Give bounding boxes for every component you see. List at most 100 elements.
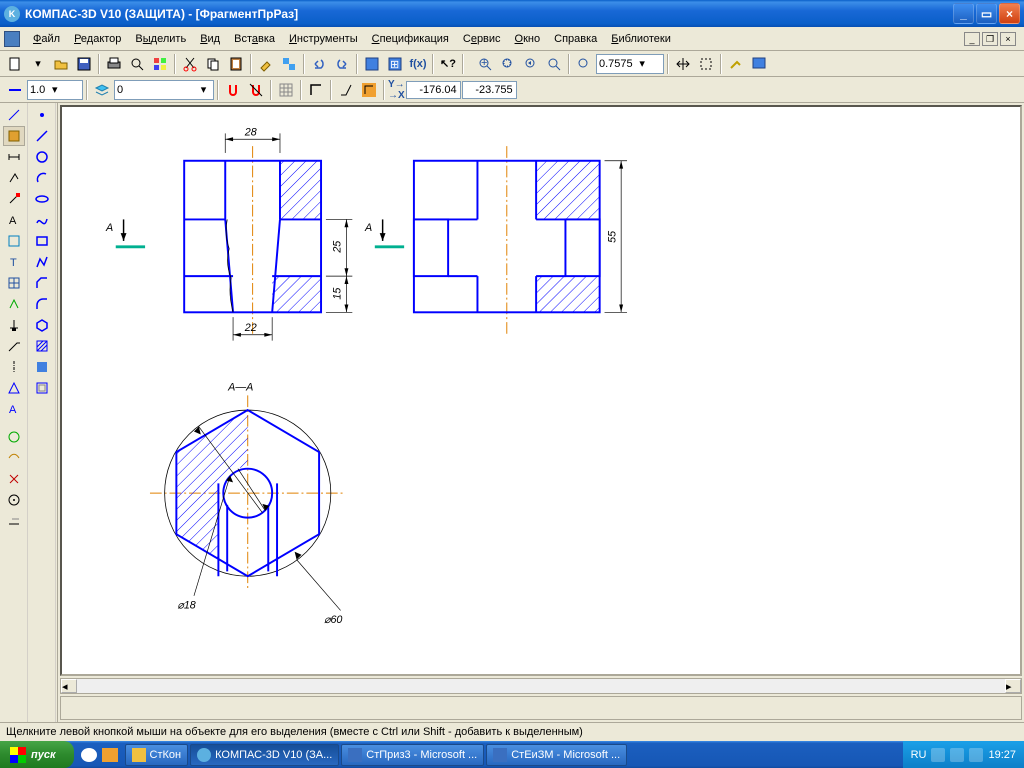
layers-icon[interactable] xyxy=(91,79,113,101)
tray-icon-3[interactable] xyxy=(969,748,983,762)
ql-icon-1[interactable] xyxy=(81,748,97,762)
extra4-icon[interactable] xyxy=(3,490,25,510)
edit-panel-icon[interactable] xyxy=(3,189,25,209)
fillet-tool[interactable] xyxy=(31,294,53,314)
extra2-icon[interactable] xyxy=(3,448,25,468)
polygon-tool[interactable] xyxy=(31,315,53,335)
snap-toggle[interactable] xyxy=(222,79,244,101)
new-button[interactable] xyxy=(4,53,26,75)
menu-lib[interactable]: Библиотеки xyxy=(604,31,678,47)
menu-window[interactable]: Окно xyxy=(508,31,548,47)
text-panel-icon[interactable]: T xyxy=(3,252,25,272)
taskbar-item-3[interactable]: СтПриз3 - Microsoft ... xyxy=(341,744,484,766)
measure-panel-icon[interactable] xyxy=(3,231,25,251)
geom-panel-icon[interactable] xyxy=(3,105,25,125)
polyline-tool[interactable] xyxy=(31,252,53,272)
menu-select[interactable]: Выделить xyxy=(128,31,193,47)
dim-panel-icon[interactable] xyxy=(3,147,25,167)
minimize-button[interactable]: _ xyxy=(953,3,974,24)
help-context-button[interactable]: ↖? xyxy=(437,53,459,75)
copy-props-button[interactable] xyxy=(278,53,300,75)
rebuild-button[interactable] xyxy=(149,53,171,75)
line-tool[interactable] xyxy=(31,126,53,146)
menu-insert[interactable]: Вставка xyxy=(227,31,282,47)
undo-button[interactable] xyxy=(308,53,330,75)
extra3-icon[interactable] xyxy=(3,469,25,489)
zoom-scale-button[interactable] xyxy=(573,53,595,75)
zoom-sel-button[interactable] xyxy=(497,53,519,75)
zoom-fit-button[interactable] xyxy=(543,53,565,75)
zoom-prev-button[interactable] xyxy=(520,53,542,75)
extra5-icon[interactable] xyxy=(3,511,25,531)
select-panel-icon[interactable] xyxy=(3,126,25,146)
open-button[interactable] xyxy=(50,53,72,75)
clock[interactable]: 19:27 xyxy=(988,749,1016,761)
zoom-rect-button[interactable] xyxy=(695,53,717,75)
cut-button[interactable] xyxy=(179,53,201,75)
rect-tool[interactable] xyxy=(31,231,53,251)
taskbar-item-2[interactable]: КОМПАС-3D V10 (ЗА... xyxy=(190,744,339,766)
label-panel-icon[interactable] xyxy=(3,168,25,188)
start-button[interactable]: пуск xyxy=(0,741,74,768)
menu-spec[interactable]: Спецификация xyxy=(365,31,456,47)
save-button[interactable] xyxy=(73,53,95,75)
coord-x[interactable]: -176.04 xyxy=(406,81,461,99)
point-tool[interactable] xyxy=(31,105,53,125)
copy-button[interactable] xyxy=(202,53,224,75)
menu-edit[interactable]: Редактор xyxy=(67,31,128,47)
redraw-button[interactable] xyxy=(725,53,747,75)
style-combo[interactable]: 1.0▾ xyxy=(27,80,83,100)
tray-icon-1[interactable] xyxy=(931,748,945,762)
hatch-tool[interactable] xyxy=(31,336,53,356)
round-button[interactable] xyxy=(335,79,357,101)
chamfer-tool[interactable] xyxy=(31,273,53,293)
axis-panel-icon[interactable] xyxy=(3,357,25,377)
equid-tool[interactable] xyxy=(31,378,53,398)
taskbar-item-1[interactable]: СтКон xyxy=(125,744,189,766)
menu-file[interactable]: ФФайлайл xyxy=(26,31,67,47)
layer-combo[interactable]: 0▾ xyxy=(114,80,214,100)
menu-help[interactable]: Справка xyxy=(547,31,604,47)
ellipse-tool[interactable] xyxy=(31,189,53,209)
drawing-canvas[interactable]: А А xyxy=(60,105,1022,676)
extra1-icon[interactable] xyxy=(3,427,25,447)
print-button[interactable] xyxy=(103,53,125,75)
param-panel-icon[interactable]: A xyxy=(3,210,25,230)
ql-icon-2[interactable] xyxy=(102,748,118,762)
grid-button[interactable] xyxy=(275,79,297,101)
maximize-button[interactable]: ▭ xyxy=(976,3,997,24)
mdi-restore[interactable]: ❐ xyxy=(982,32,998,46)
coord-y[interactable]: -23.755 xyxy=(462,81,517,99)
line-style-icon[interactable] xyxy=(4,79,26,101)
mdi-min[interactable]: _ xyxy=(964,32,980,46)
text2-icon[interactable]: A xyxy=(3,399,25,419)
zoom-combo[interactable]: 0.7575▾ xyxy=(596,54,664,74)
ortho-button[interactable] xyxy=(305,79,327,101)
props-button[interactable] xyxy=(255,53,277,75)
fx-button[interactable]: f(x) xyxy=(407,53,429,75)
leader-panel-icon[interactable] xyxy=(3,336,25,356)
arc-tool[interactable] xyxy=(31,168,53,188)
snap-settings[interactable] xyxy=(245,79,267,101)
circle-tool[interactable] xyxy=(31,147,53,167)
spline-tool[interactable] xyxy=(31,210,53,230)
table-panel-icon[interactable] xyxy=(3,273,25,293)
redo-button[interactable] xyxy=(331,53,353,75)
new-dd[interactable]: ▾ xyxy=(27,53,49,75)
pan-button[interactable] xyxy=(672,53,694,75)
lcs-button[interactable] xyxy=(358,79,380,101)
tray-icon-2[interactable] xyxy=(950,748,964,762)
vars-button[interactable]: ⊞ xyxy=(384,53,406,75)
contour-tool[interactable] xyxy=(31,357,53,377)
menu-tools[interactable]: Инструменты xyxy=(282,31,365,47)
h-scrollbar[interactable]: ◂▸ xyxy=(60,678,1022,694)
rough-panel-icon[interactable] xyxy=(3,294,25,314)
menu-service[interactable]: Сервис xyxy=(456,31,508,47)
zoom-in-button[interactable]: + xyxy=(474,53,496,75)
base-panel-icon[interactable] xyxy=(3,315,25,335)
refresh-button[interactable] xyxy=(748,53,770,75)
mdi-close[interactable]: × xyxy=(1000,32,1016,46)
preview-button[interactable] xyxy=(126,53,148,75)
lang-indicator[interactable]: RU xyxy=(911,749,927,761)
menu-view[interactable]: Вид xyxy=(193,31,227,47)
